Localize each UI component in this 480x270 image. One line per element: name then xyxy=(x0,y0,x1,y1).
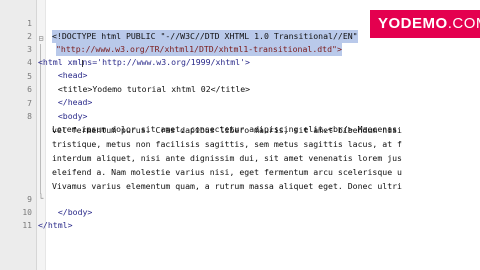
logo-brand: YODEMO xyxy=(378,15,448,32)
code-line-4[interactable]: 4 <head> xyxy=(0,43,480,80)
line-number: 11 xyxy=(22,221,32,230)
code-line-10[interactable]: 10 </html> xyxy=(0,193,480,230)
code-editor[interactable]: ⊟ └ 1 <!DOCTYPE html PUBLIC "-//W3C//DTD… xyxy=(0,0,480,270)
code-line-11[interactable]: 11 xyxy=(0,206,480,230)
code-line-6[interactable]: 6 </head> xyxy=(0,70,480,107)
code-line-wrap[interactable]: interdum aliquet, nisi ante dignissim du… xyxy=(0,139,480,163)
html-close-tag[interactable]: </html> xyxy=(38,219,73,232)
code-line-wrap[interactable]: tristique, metus non facilisis sagittis,… xyxy=(0,125,480,149)
code-line-wrap[interactable]: Vivamus varius elementum quam, a rutrum … xyxy=(0,167,480,191)
yodemo-logo: YODEMO.COM xyxy=(370,10,480,38)
code-line-wrap[interactable]: eleifend a. Nam molestie varius nisi, eg… xyxy=(0,153,480,177)
logo-tld: .COM xyxy=(447,15,480,32)
code-line-7[interactable]: 7 <body> xyxy=(0,84,480,121)
code-line-9[interactable]: 9 </body> xyxy=(0,180,480,217)
code-line-5[interactable]: 5 <title>Yodemo tutorial xhtml 02</title… xyxy=(0,57,480,94)
code-line-8[interactable]: 8 Lorem ipsum dolor sit amet, consectetu… xyxy=(0,97,480,134)
code-line-wrap[interactable]: vel fermentum purus. Cras dapibus libero… xyxy=(0,111,480,135)
mouse-cursor-icon: I xyxy=(81,59,84,70)
